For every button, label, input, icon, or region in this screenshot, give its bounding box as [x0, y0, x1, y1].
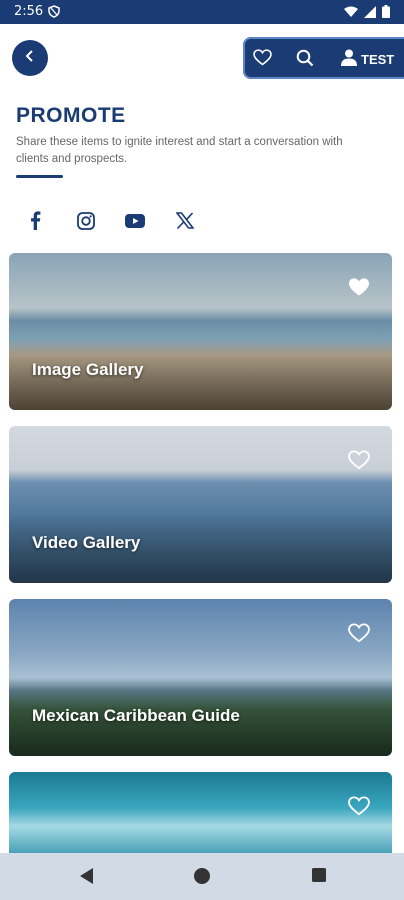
card-title: Image Gallery — [32, 360, 144, 379]
facebook-icon — [30, 211, 41, 235]
user-icon — [341, 49, 357, 69]
title-underline — [16, 175, 63, 178]
favorites-heart-icon[interactable] — [253, 49, 272, 71]
youtube-link[interactable] — [122, 210, 148, 236]
profile-button[interactable]: TEST — [341, 49, 394, 69]
card-video-gallery[interactable]: Video Gallery — [9, 426, 392, 583]
user-label: TEST — [361, 51, 395, 67]
instagram-icon — [77, 211, 95, 235]
shield-icon — [48, 5, 60, 23]
x-icon — [175, 212, 195, 234]
status-time: 2:56 — [14, 4, 44, 19]
back-button[interactable] — [12, 40, 48, 76]
header-actions: TEST — [243, 37, 404, 79]
card-title: Mexican Caribbean Guide — [32, 706, 240, 725]
instagram-link[interactable] — [73, 210, 99, 236]
favorite-heart-icon[interactable] — [348, 796, 370, 821]
system-navigation-bar — [0, 853, 404, 900]
signal-icon — [364, 5, 376, 23]
card-image-gallery[interactable]: Image Gallery — [9, 253, 392, 410]
card-item[interactable] — [9, 772, 392, 862]
search-icon[interactable] — [296, 49, 314, 72]
x-link[interactable] — [172, 210, 198, 236]
page-title: PROMOTE — [16, 104, 126, 127]
card-mexican-caribbean-guide[interactable]: Mexican Caribbean Guide — [9, 599, 392, 756]
wifi-icon — [344, 5, 358, 23]
page-subtitle: Share these items to ignite interest and… — [16, 136, 343, 165]
chevron-left-icon — [24, 49, 36, 67]
battery-icon — [382, 5, 390, 23]
favorite-heart-icon[interactable] — [348, 277, 370, 302]
youtube-icon — [125, 213, 145, 233]
favorite-heart-icon[interactable] — [348, 450, 370, 475]
nav-recents-icon[interactable] — [311, 867, 327, 888]
facebook-link[interactable] — [22, 210, 48, 236]
nav-back-icon[interactable] — [78, 867, 94, 890]
favorite-heart-icon[interactable] — [348, 623, 370, 648]
status-bar: 2:56 — [0, 0, 404, 24]
card-title: Video Gallery — [32, 533, 141, 552]
nav-home-icon[interactable] — [193, 867, 211, 890]
